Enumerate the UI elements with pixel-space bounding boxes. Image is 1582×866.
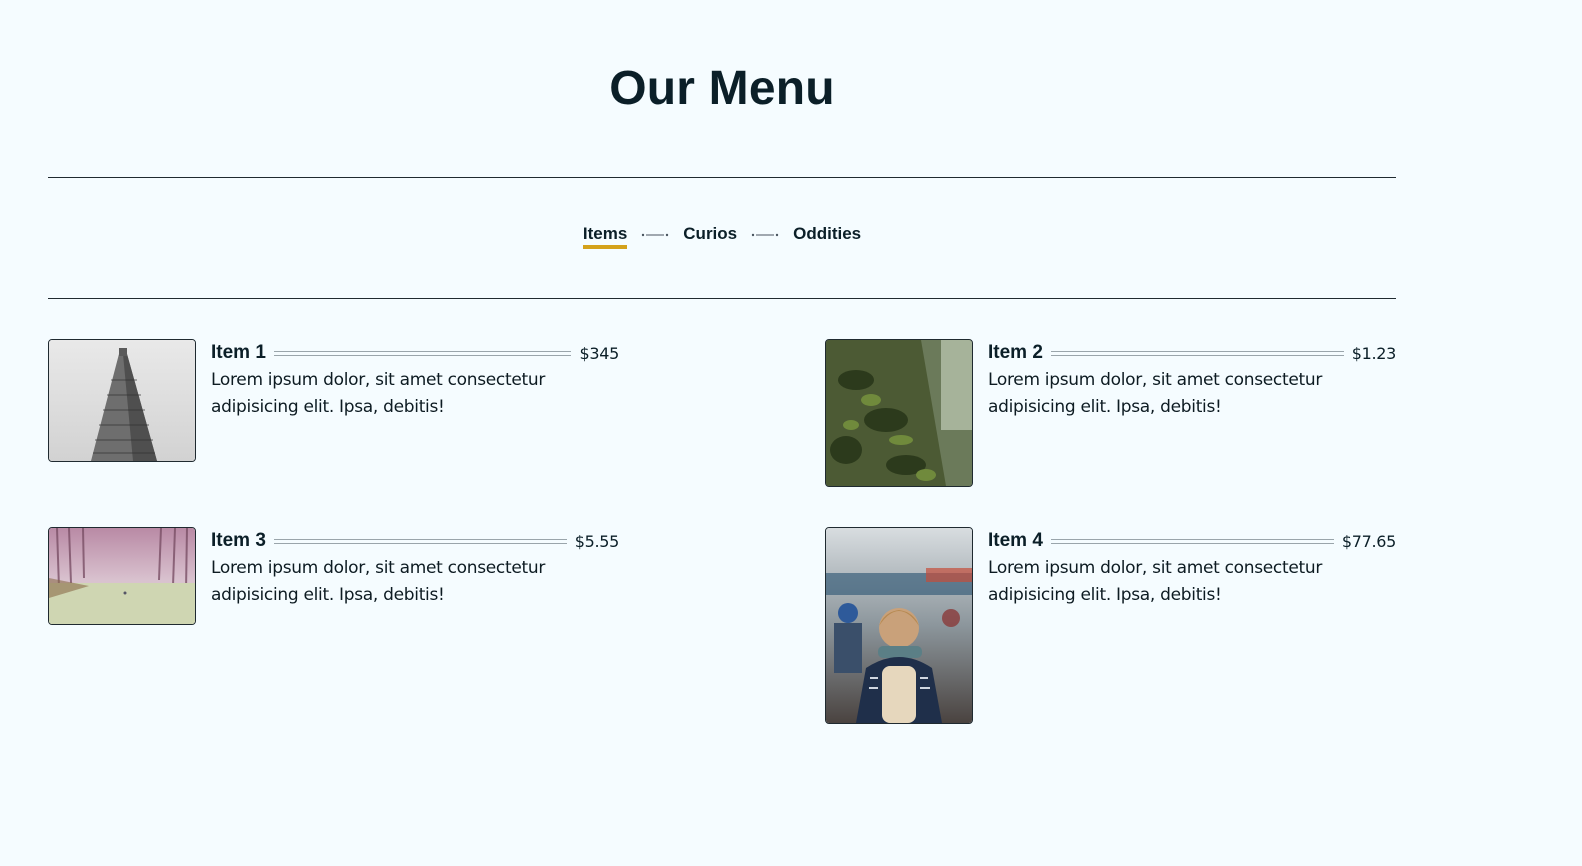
leader-line	[1050, 539, 1334, 544]
item-body: Item 4 $77.65 Lorem ipsum dolor, sit ame…	[988, 529, 1396, 609]
tab-separator-icon	[751, 232, 779, 238]
bottom-divider	[48, 298, 1396, 299]
item-price: $1.23	[1351, 343, 1397, 363]
item-price: $345	[579, 343, 619, 363]
item-body: Item 2 $1.23 Lorem ipsum dolor, sit amet…	[988, 341, 1396, 421]
item-name: Item 4	[988, 530, 1043, 551]
item-price: $77.65	[1341, 531, 1396, 551]
item-image	[825, 527, 973, 724]
tab-separator-icon	[641, 232, 669, 238]
item-image	[825, 339, 973, 487]
menu-item: Item 4 $77.65 Lorem ipsum dolor, sit ame…	[825, 527, 1396, 724]
item-description: Lorem ipsum dolor, sit amet consectetur …	[211, 370, 546, 417]
menu-item: Item 1 $345 Lorem ipsum dolor, sit amet …	[48, 339, 619, 462]
item-name: Item 1	[211, 342, 266, 363]
item-image	[48, 339, 196, 462]
item-description: Lorem ipsum dolor, sit amet consectetur …	[988, 558, 1323, 605]
item-header: Item 4 $77.65	[988, 529, 1396, 553]
menu-item: Item 3 $5.55 Lorem ipsum dolor, sit amet…	[48, 527, 619, 625]
top-divider	[48, 177, 1396, 178]
leader-line	[273, 539, 567, 544]
item-name: Item 3	[211, 530, 266, 551]
item-price: $5.55	[574, 531, 620, 551]
item-header: Item 2 $1.23	[988, 341, 1396, 365]
item-image	[48, 527, 196, 625]
item-body: Item 1 $345 Lorem ipsum dolor, sit amet …	[211, 341, 619, 421]
tab-oddities[interactable]: Oddities	[793, 224, 861, 248]
menu-item: Item 2 $1.23 Lorem ipsum dolor, sit amet…	[825, 339, 1396, 487]
page-title: Our Menu	[609, 62, 835, 115]
menu-tabs: Items Curios Oddities	[0, 224, 1444, 249]
tab-curios[interactable]: Curios	[683, 224, 737, 248]
item-header: Item 3 $5.55	[211, 529, 619, 553]
item-name: Item 2	[988, 342, 1043, 363]
leader-line	[1050, 351, 1344, 356]
item-description: Lorem ipsum dolor, sit amet consectetur …	[211, 558, 546, 605]
item-body: Item 3 $5.55 Lorem ipsum dolor, sit amet…	[211, 529, 619, 609]
tab-items[interactable]: Items	[582, 224, 628, 249]
item-description: Lorem ipsum dolor, sit amet consectetur …	[988, 370, 1323, 417]
item-header: Item 1 $345	[211, 341, 619, 365]
leader-line	[273, 351, 572, 356]
